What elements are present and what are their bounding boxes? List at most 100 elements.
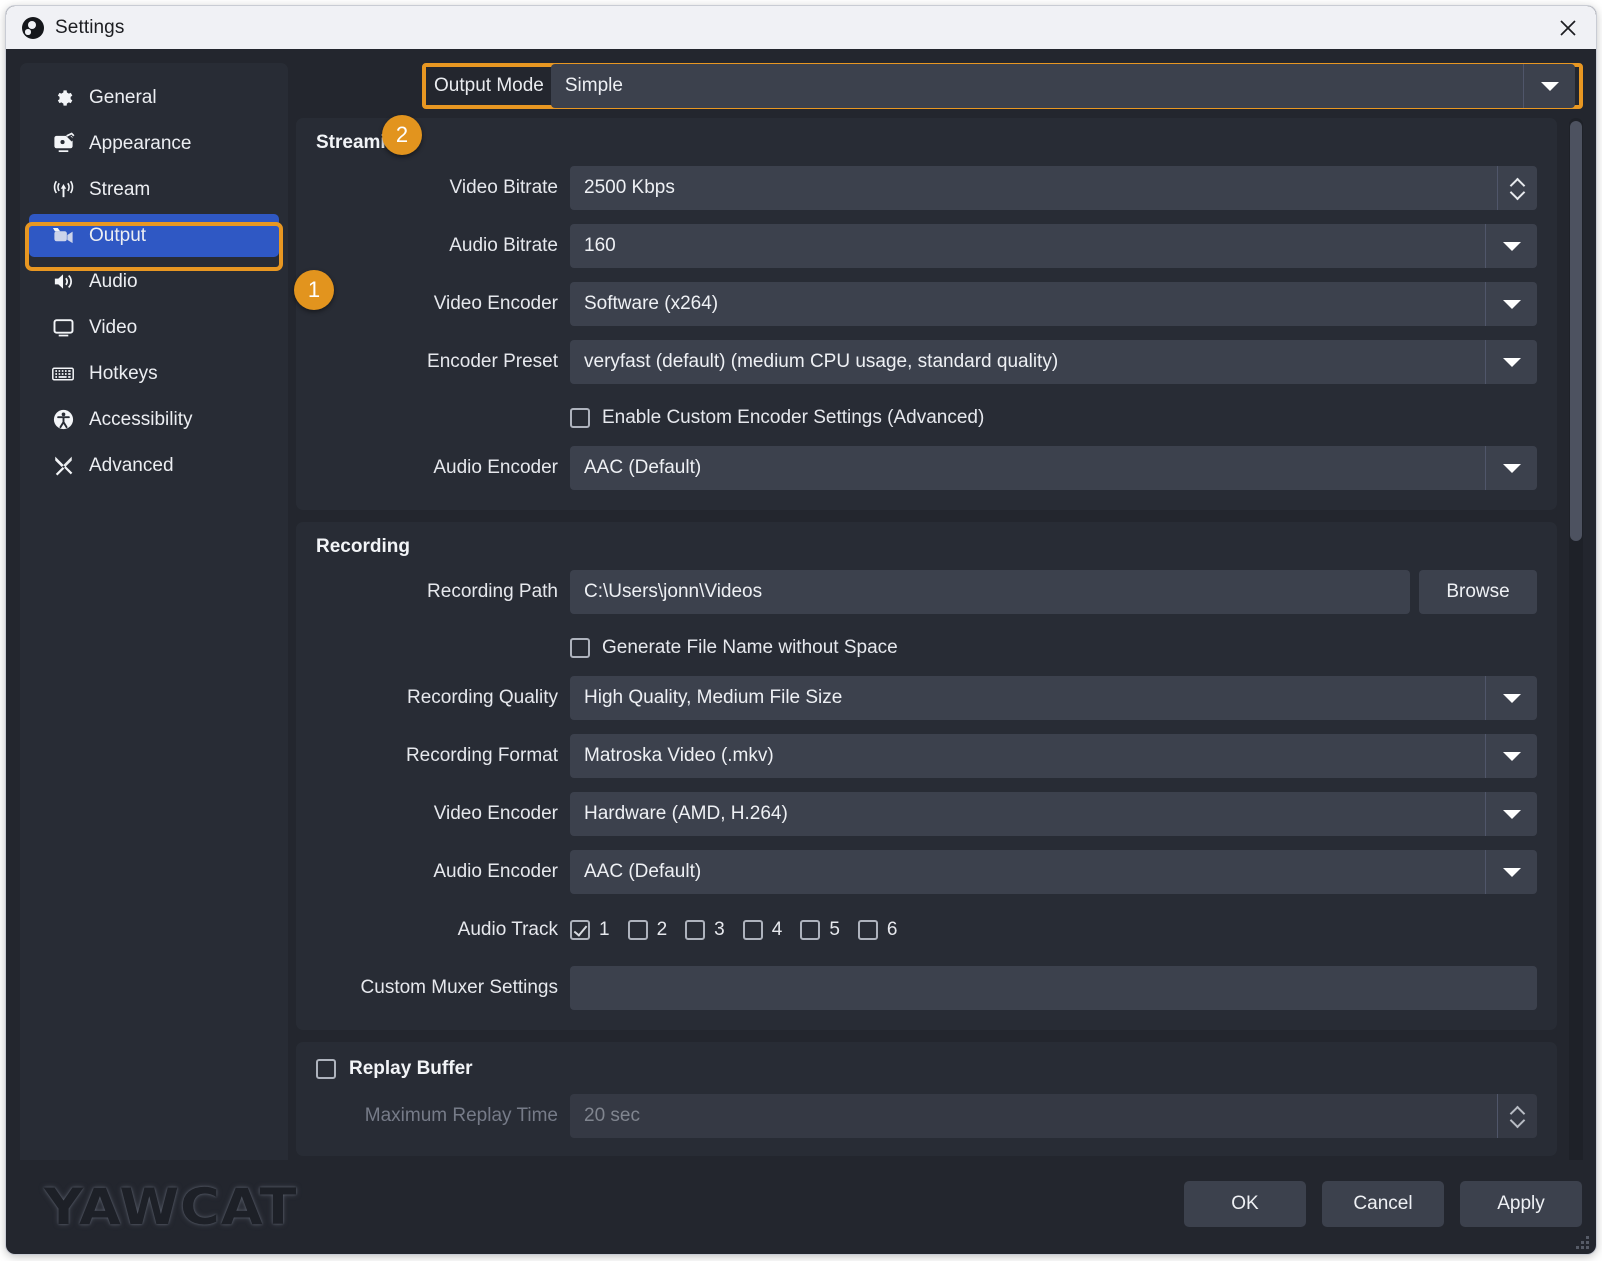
custom-encoder-settings-row: Enable Custom Encoder Settings (Advanced… [306, 396, 1537, 440]
sidebar-item-output[interactable]: Output [29, 214, 279, 257]
encoder-preset-label: Encoder Preset [427, 351, 558, 372]
settings-scroll-area: Streaming Video Bitrate 2500 Kbps Audio … [296, 118, 1583, 1160]
ok-button[interactable]: OK [1184, 1181, 1306, 1227]
audio-track-checkbox-6[interactable] [857, 920, 878, 940]
stream-audio-encoder-value: AAC (Default) [584, 457, 702, 478]
replay-buffer-checkbox[interactable] [316, 1059, 336, 1079]
recording-quality-label: Recording Quality [406, 687, 558, 708]
callout-badge-2: 2 [382, 115, 422, 155]
generate-filename-row: Generate File Name without Space [306, 626, 1537, 670]
sidebar-item-label: Video [89, 316, 138, 338]
recording-video-encoder-value: Hardware (AMD, H.264) [584, 803, 788, 824]
chevron-down-icon[interactable] [1485, 792, 1537, 836]
audio-track-number: 1 [599, 919, 610, 940]
chevron-down-icon[interactable] [1485, 850, 1537, 894]
scrollbar-thumb[interactable] [1570, 121, 1582, 541]
max-replay-time-spinbox[interactable]: 20 sec [570, 1094, 1537, 1138]
sidebar-item-hotkeys[interactable]: Hotkeys [29, 352, 279, 395]
stream-audio-encoder-label: Audio Encoder [433, 457, 558, 478]
output-mode-value: Simple [564, 75, 623, 96]
streaming-group: Streaming Video Bitrate 2500 Kbps Audio … [296, 118, 1557, 510]
chevron-down-icon[interactable] [1485, 282, 1537, 326]
audio-track-checkbox-2[interactable] [627, 920, 648, 940]
audio-track-item-5[interactable]: 5 [800, 919, 840, 941]
recording-title: Recording [316, 536, 410, 557]
audio-track-item-1[interactable]: 1 [570, 919, 610, 941]
recording-path-input[interactable]: C:\Users\jonn\Videos [570, 570, 1410, 614]
settings-body: General Appearance Stream Output Audio V… [6, 49, 1596, 1160]
cancel-button[interactable]: Cancel [1322, 1181, 1444, 1227]
recording-audio-encoder-row: Audio Encoder AAC (Default) [306, 848, 1537, 896]
audio-track-group: 1 2 3 4 5 6 [570, 919, 915, 941]
audio-track-item-2[interactable]: 2 [627, 919, 667, 941]
audio-track-item-6[interactable]: 6 [857, 919, 897, 941]
recording-quality-value: High Quality, Medium File Size [584, 687, 843, 708]
chevron-down-icon[interactable] [1485, 676, 1537, 720]
video-bitrate-value: 2500 Kbps [584, 177, 675, 198]
resize-grip-icon[interactable] [1575, 1235, 1589, 1249]
sidebar-item-label: Hotkeys [89, 362, 158, 384]
audio-track-checkbox-3[interactable] [685, 920, 706, 940]
output-mode-combobox[interactable]: Simple [550, 64, 1575, 108]
obs-logo-icon [22, 16, 44, 39]
audio-track-checkbox-1[interactable] [570, 920, 590, 940]
audio-bitrate-combobox[interactable]: 160 [570, 224, 1537, 268]
chevron-down-icon[interactable] [1485, 340, 1537, 384]
replay-buffer-header: Replay Buffer [316, 1058, 1537, 1080]
sidebar-item-video[interactable]: Video [29, 306, 279, 349]
audio-track-item-4[interactable]: 4 [742, 919, 782, 941]
custom-muxer-label: Custom Muxer Settings [360, 977, 558, 998]
vertical-scrollbar[interactable] [1569, 118, 1583, 1160]
speaker-icon [51, 270, 75, 294]
recording-quality-combobox[interactable]: High Quality, Medium File Size [570, 676, 1537, 720]
apply-button[interactable]: Apply [1460, 1181, 1582, 1227]
recording-video-encoder-combobox[interactable]: Hardware (AMD, H.264) [570, 792, 1537, 836]
audio-track-checkbox-4[interactable] [742, 920, 763, 940]
recording-format-row: Recording Format Matroska Video (.mkv) [306, 732, 1537, 780]
custom-muxer-input[interactable] [570, 966, 1537, 1010]
custom-encoder-settings-checkbox[interactable] [570, 408, 590, 428]
sidebar-item-general[interactable]: General [29, 76, 279, 119]
sidebar-item-label: Accessibility [89, 408, 193, 430]
recording-format-label: Recording Format [405, 745, 558, 766]
sidebar-item-appearance[interactable]: Appearance [29, 122, 279, 165]
sidebar-item-audio[interactable]: Audio [29, 260, 279, 303]
stream-video-encoder-combobox[interactable]: Software (x264) [570, 282, 1537, 326]
output-camera-icon [51, 224, 75, 248]
chevron-down-icon[interactable] [1485, 224, 1537, 268]
generate-filename-checkbox[interactable] [570, 638, 590, 658]
monitor-icon [51, 316, 75, 340]
close-icon[interactable] [1540, 6, 1596, 49]
custom-encoder-settings-label: Enable Custom Encoder Settings (Advanced… [602, 407, 985, 428]
tools-icon [51, 454, 75, 478]
callout-badge-1: 1 [294, 270, 334, 310]
audio-track-label: Audio Track [457, 919, 558, 940]
audio-track-item-3[interactable]: 3 [685, 919, 725, 941]
audio-track-checkbox-5[interactable] [800, 920, 821, 940]
video-bitrate-row: Video Bitrate 2500 Kbps [306, 164, 1537, 212]
browse-button[interactable]: Browse [1419, 570, 1537, 614]
stream-audio-encoder-combobox[interactable]: AAC (Default) [570, 446, 1537, 490]
sidebar-item-advanced[interactable]: Advanced [29, 444, 279, 487]
encoder-preset-value: veryfast (default) (medium CPU usage, st… [584, 351, 1059, 372]
chevron-down-icon[interactable] [1523, 64, 1575, 108]
encoder-preset-combobox[interactable]: veryfast (default) (medium CPU usage, st… [570, 340, 1537, 384]
chevron-down-icon[interactable] [1485, 446, 1537, 490]
recording-quality-row: Recording Quality High Quality, Medium F… [306, 674, 1537, 722]
sidebar-item-accessibility[interactable]: Accessibility [29, 398, 279, 441]
chevron-down-icon[interactable] [1485, 734, 1537, 778]
sidebar-item-stream[interactable]: Stream [29, 168, 279, 211]
chevron-down-icon[interactable] [1511, 1117, 1525, 1125]
max-replay-time-stepper[interactable] [1497, 1094, 1537, 1138]
recording-format-combobox[interactable]: Matroska Video (.mkv) [570, 734, 1537, 778]
keyboard-icon [51, 362, 75, 386]
output-mode-label: Output Mode [434, 75, 544, 96]
recording-audio-encoder-label: Audio Encoder [433, 861, 558, 882]
video-bitrate-stepper[interactable] [1497, 166, 1537, 210]
sidebar-item-label: Advanced [89, 454, 174, 476]
sidebar-item-label: Output [89, 224, 147, 246]
chevron-down-icon[interactable] [1511, 189, 1525, 197]
yawcat-watermark: YAWCAT [44, 1178, 298, 1236]
video-bitrate-spinbox[interactable]: 2500 Kbps [570, 166, 1537, 210]
recording-audio-encoder-combobox[interactable]: AAC (Default) [570, 850, 1537, 894]
